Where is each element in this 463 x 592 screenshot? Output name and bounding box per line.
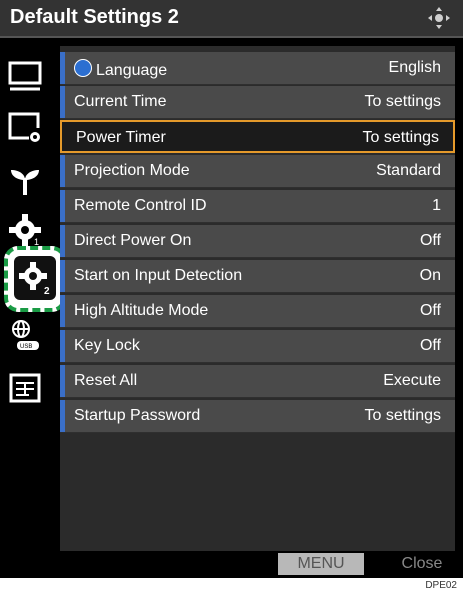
projector-menu-screen: Default Settings 2 1 2 USB Language Engl… bbox=[0, 0, 463, 578]
row-start-on-input-detection[interactable]: Start on Input Detection On bbox=[60, 260, 455, 293]
svg-text:USB: USB bbox=[20, 344, 32, 350]
figure-code: DPE02 bbox=[425, 580, 457, 591]
row-label: Direct Power On bbox=[74, 232, 192, 249]
settings-gear-icon[interactable]: 1 bbox=[7, 212, 43, 248]
row-label: Start on Input Detection bbox=[74, 267, 243, 284]
four-way-arrow-icon bbox=[428, 7, 450, 29]
row-reset-all[interactable]: Reset All Execute bbox=[60, 365, 455, 398]
row-label: Projection Mode bbox=[74, 162, 190, 179]
row-projection-mode[interactable]: Projection Mode Standard bbox=[60, 155, 455, 188]
row-value: English bbox=[388, 59, 441, 76]
row-value: Off bbox=[419, 337, 441, 354]
row-label: Remote Control ID bbox=[74, 197, 207, 214]
settings-gear-2-icon[interactable]: 2 bbox=[17, 260, 53, 296]
row-label: Reset All bbox=[74, 372, 138, 389]
row-value: 1 bbox=[432, 197, 441, 214]
row-key-lock[interactable]: Key Lock Off bbox=[60, 330, 455, 363]
display-icon[interactable] bbox=[7, 58, 43, 94]
row-value: To settings bbox=[362, 129, 439, 146]
page-title: Default Settings 2 bbox=[10, 6, 179, 28]
row-direct-power-on[interactable]: Direct Power On Off bbox=[60, 225, 455, 258]
row-value: Off bbox=[419, 232, 441, 249]
row-label: High Altitude Mode bbox=[74, 302, 209, 319]
menu-button[interactable]: MENU bbox=[278, 553, 364, 575]
display-settings-icon[interactable] bbox=[7, 110, 43, 146]
close-button[interactable]: Close bbox=[390, 553, 454, 575]
row-value: Execute bbox=[383, 372, 441, 389]
row-power-timer[interactable]: Power Timer To settings bbox=[60, 120, 455, 153]
row-language[interactable]: Language English bbox=[60, 52, 455, 85]
info-panel-icon[interactable] bbox=[7, 370, 43, 406]
row-label: Power Timer bbox=[76, 129, 166, 146]
network-usb-icon[interactable]: USB bbox=[7, 318, 43, 354]
row-label: Startup Password bbox=[74, 407, 201, 424]
globe-icon bbox=[74, 59, 92, 77]
settings-list: Language English Current Time To setting… bbox=[60, 46, 455, 551]
row-value: On bbox=[419, 267, 441, 284]
eco-plant-icon[interactable] bbox=[7, 162, 43, 198]
row-current-time[interactable]: Current Time To settings bbox=[60, 86, 455, 119]
row-value: To settings bbox=[364, 407, 441, 424]
menu-header: Default Settings 2 bbox=[0, 0, 463, 38]
row-value: To settings bbox=[364, 93, 441, 110]
row-label: Language bbox=[96, 62, 168, 79]
row-value: Standard bbox=[376, 162, 441, 179]
row-startup-password[interactable]: Startup Password To settings bbox=[60, 400, 455, 433]
row-remote-control-id[interactable]: Remote Control ID 1 bbox=[60, 190, 455, 223]
svg-text:2: 2 bbox=[44, 286, 50, 296]
row-label: Current Time bbox=[74, 93, 167, 110]
row-label: Key Lock bbox=[74, 337, 140, 354]
row-value: Off bbox=[419, 302, 441, 319]
row-high-altitude-mode[interactable]: High Altitude Mode Off bbox=[60, 295, 455, 328]
